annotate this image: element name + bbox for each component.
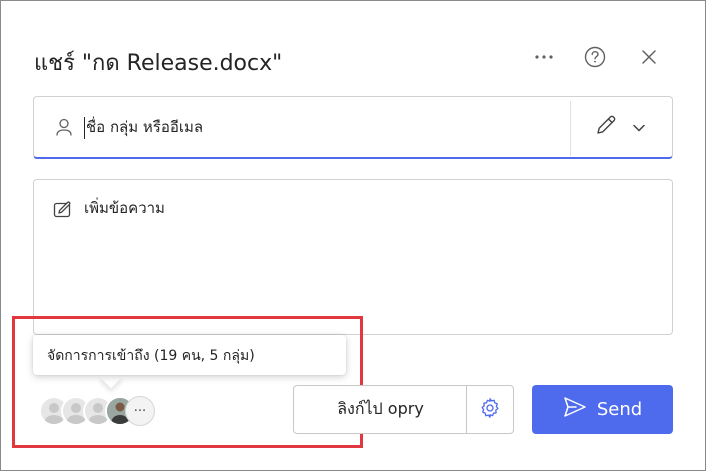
copy-link-button[interactable]: ลิงก์ไป opry [293, 385, 467, 434]
pencil-icon [594, 113, 618, 141]
message-box[interactable] [33, 179, 673, 335]
compose-icon [53, 200, 73, 220]
message-input[interactable] [84, 196, 644, 316]
gear-icon [479, 397, 501, 423]
recipients-field[interactable] [33, 96, 673, 159]
help-icon[interactable] [581, 43, 609, 71]
person-icon [54, 117, 74, 137]
text-caret [84, 117, 85, 139]
close-icon[interactable] [635, 43, 663, 71]
field-divider [570, 101, 571, 156]
chevron-down-icon [632, 118, 646, 137]
more-options-icon[interactable] [530, 43, 558, 71]
share-dialog: แชร์ "กด Release.docx" จัดการการเข้า [0, 0, 706, 471]
send-button[interactable]: Send [532, 385, 673, 434]
dialog-title: แชร์ "กด Release.docx" [34, 51, 283, 76]
link-settings-button[interactable] [466, 385, 514, 434]
send-label: Send [596, 399, 643, 420]
manage-access-tooltip: จัดการการเข้าถึง (19 คน, 5 กลุ่ม) [33, 335, 346, 375]
recipients-input[interactable] [86, 111, 556, 143]
manage-access-avatars[interactable]: ··· [39, 396, 159, 426]
send-icon [563, 396, 587, 423]
more-avatars-button[interactable]: ··· [125, 396, 155, 426]
permission-dropdown[interactable] [582, 109, 662, 145]
